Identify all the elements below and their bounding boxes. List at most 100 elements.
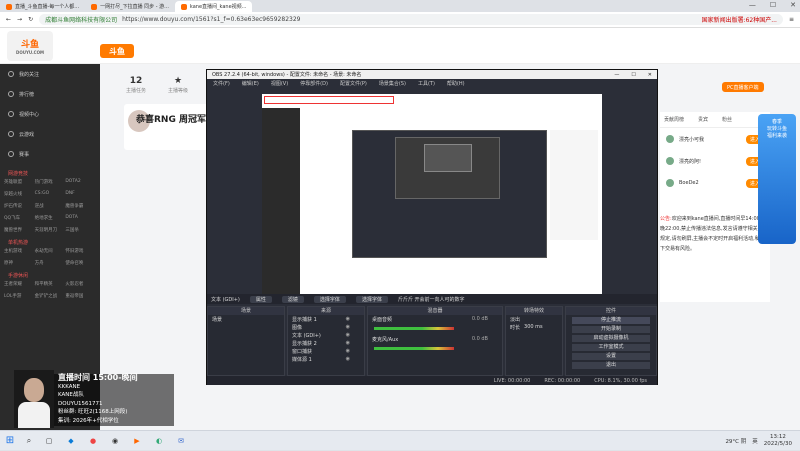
sidebar-item-rank[interactable]: 排行榜 <box>0 84 100 104</box>
source-item[interactable]: 显示捕获 1 ◉ <box>288 315 364 323</box>
task-view-icon[interactable]: ▢ <box>40 434 58 448</box>
douyu-brand-badge[interactable]: 斗鱼 <box>100 44 134 58</box>
game-link[interactable]: 永劫无间 <box>35 248 66 254</box>
mail-icon[interactable]: ✉ <box>172 434 190 448</box>
url-field[interactable]: 成都斗鱼网络科技有限公司 https://www.douyu.com/1561?… <box>39 14 783 25</box>
browser-tab[interactable]: 一网打尽_下拉直播 同步 - 游... <box>85 1 175 12</box>
menu-docks[interactable]: 停靠部件(D) <box>300 80 328 87</box>
search-icon[interactable]: ⌕ <box>20 431 38 451</box>
transition-duration[interactable]: 时长 300 ms <box>506 323 562 331</box>
stop-streaming-button[interactable]: 停止推流 <box>572 317 650 324</box>
menu-edit[interactable]: 编辑(E) <box>242 80 259 87</box>
tab-fans[interactable]: 粉丝 <box>722 116 732 123</box>
tab-weekly[interactable]: 贡献周榜 <box>664 116 684 123</box>
menu-profile[interactable]: 配置文件(P) <box>340 80 367 87</box>
game-link[interactable]: 原神 <box>4 260 35 266</box>
game-link[interactable]: 怀旧游戏 <box>65 248 96 254</box>
clock[interactable]: 13:12 2022/5/30 <box>764 434 792 448</box>
scene-item[interactable]: 场景 <box>208 315 284 323</box>
app-icon[interactable]: ◐ <box>150 434 168 448</box>
eye-icon[interactable]: ◉ <box>346 324 350 330</box>
source-item[interactable]: 文本 (GDI+) ◉ <box>288 331 364 339</box>
close-button[interactable]: ✕ <box>648 72 652 78</box>
audio-meter[interactable] <box>374 347 454 350</box>
filters-button[interactable]: 滤镜 <box>281 295 304 303</box>
game-link[interactable]: 热门游戏 <box>35 179 66 185</box>
properties-button[interactable]: 属性 <box>249 295 272 303</box>
source-item[interactable]: 媒体源 1 ◉ <box>288 355 364 363</box>
obs-icon[interactable]: ◉ <box>106 434 124 448</box>
menu-tools[interactable]: 工具(T) <box>418 80 435 87</box>
source-item[interactable]: 显示捕获 2 ◉ <box>288 339 364 347</box>
sidebar-item-follow[interactable]: 我的关注 <box>0 64 100 84</box>
menu-view[interactable]: 视图(V) <box>271 80 288 87</box>
game-link[interactable]: 炉石传说 <box>4 203 35 209</box>
exit-button[interactable]: 退出 <box>572 362 650 369</box>
font-select-button[interactable]: 选择字体 <box>313 295 346 303</box>
promo-banner[interactable]: 春季 玩转斗鱼 福利来袭 <box>758 114 796 244</box>
game-link[interactable]: 重返帝国 <box>65 293 96 299</box>
douyu-logo[interactable]: 斗鱼 DOUYU.COM <box>7 31 53 61</box>
game-link[interactable]: DOTA2 <box>65 179 96 185</box>
transition-type-select[interactable]: 淡出 <box>506 315 562 323</box>
game-link[interactable]: DOTA <box>65 215 96 221</box>
game-link[interactable]: 主机游戏 <box>4 248 35 254</box>
eye-icon[interactable]: ◉ <box>346 340 350 346</box>
game-link[interactable]: 方舟 <box>35 260 66 266</box>
eye-icon[interactable]: ◉ <box>346 356 350 362</box>
menu-help[interactable]: 帮助(H) <box>447 80 465 87</box>
menu-scene-collection[interactable]: 场景集合(S) <box>379 80 406 87</box>
game-link[interactable]: 逆战 <box>35 203 66 209</box>
menu-file[interactable]: 文件(F) <box>213 80 230 87</box>
pc-client-button[interactable]: PC直播客户端 <box>722 82 764 92</box>
virtual-camera-button[interactable]: 启动虚拟摄像机 <box>572 335 650 342</box>
game-link[interactable]: LOL手游 <box>4 293 35 299</box>
start-recording-button[interactable]: 开始录制 <box>572 326 650 333</box>
stat-level[interactable]: ★ 主播等级 <box>168 76 188 94</box>
eye-icon[interactable]: ◉ <box>346 348 350 354</box>
source-item[interactable]: 图像 ◉ <box>288 323 364 331</box>
game-link[interactable]: 天涯明月刀 <box>35 227 66 233</box>
ime-indicator[interactable]: 英 <box>752 437 758 445</box>
game-link[interactable]: 使命召唤 <box>65 260 96 266</box>
game-link[interactable]: DNF <box>65 191 96 197</box>
game-link[interactable]: 三国杀 <box>65 227 96 233</box>
menu-icon[interactable]: ≡ <box>789 16 794 23</box>
eye-icon[interactable]: ◉ <box>346 332 350 338</box>
game-link[interactable]: 和平精英 <box>35 281 66 287</box>
game-link[interactable]: QQ飞车 <box>4 215 35 221</box>
obs-preview[interactable] <box>262 94 602 300</box>
game-link[interactable]: 绝地求生 <box>35 215 66 221</box>
sidebar-item-cloudgame[interactable]: 云游戏 <box>0 124 100 144</box>
studio-mode-button[interactable]: 工作室模式 <box>572 344 650 351</box>
refresh-icon[interactable]: ↻ <box>28 16 33 23</box>
settings-button[interactable]: 设置 <box>572 353 650 360</box>
browser-tab-active[interactable]: kane直播间_kane视频... <box>174 1 253 12</box>
weather-widget[interactable]: 29°C 阴 <box>725 437 746 445</box>
source-text-value[interactable]: 斤斤斤 开会前一向人可的数字 <box>398 296 465 303</box>
close-button[interactable]: ✕ <box>790 1 796 9</box>
audio-meter[interactable] <box>374 327 454 330</box>
game-link[interactable]: 穿越火线 <box>4 191 35 197</box>
game-link[interactable]: 魔兽争霸 <box>65 203 96 209</box>
maximize-button[interactable]: ☐ <box>770 1 776 9</box>
stat-task[interactable]: 12 主播任务 <box>126 76 146 94</box>
start-button[interactable]: ⊞ <box>0 431 20 451</box>
font-button[interactable]: 选择字体 <box>355 295 388 303</box>
sidebar-item-esports[interactable]: 赛事 <box>0 144 100 164</box>
tab-vip[interactable]: 贵宾 <box>698 116 708 123</box>
chrome-icon[interactable]: ● <box>84 434 102 448</box>
game-link[interactable]: 金铲铲之战 <box>35 293 66 299</box>
edge-icon[interactable]: ◆ <box>62 434 80 448</box>
source-item[interactable]: 窗口捕获 ◉ <box>288 347 364 355</box>
game-link[interactable]: CS:GO <box>35 191 66 197</box>
forward-icon[interactable]: → <box>17 16 22 23</box>
browser-tab[interactable]: 直播_斗鱼直播-每一个人都... <box>0 1 85 12</box>
back-icon[interactable]: ← <box>6 16 11 23</box>
game-link[interactable]: 王者荣耀 <box>4 281 35 287</box>
game-link[interactable]: 火影忍者 <box>65 281 96 287</box>
sidebar-item-video[interactable]: 视频中心 <box>0 104 100 124</box>
news-ticker[interactable]: 国家新闻出版署:62种国产... <box>702 15 777 24</box>
game-link[interactable]: 英雄联盟 <box>4 179 35 185</box>
maximize-button[interactable]: ☐ <box>631 72 635 78</box>
